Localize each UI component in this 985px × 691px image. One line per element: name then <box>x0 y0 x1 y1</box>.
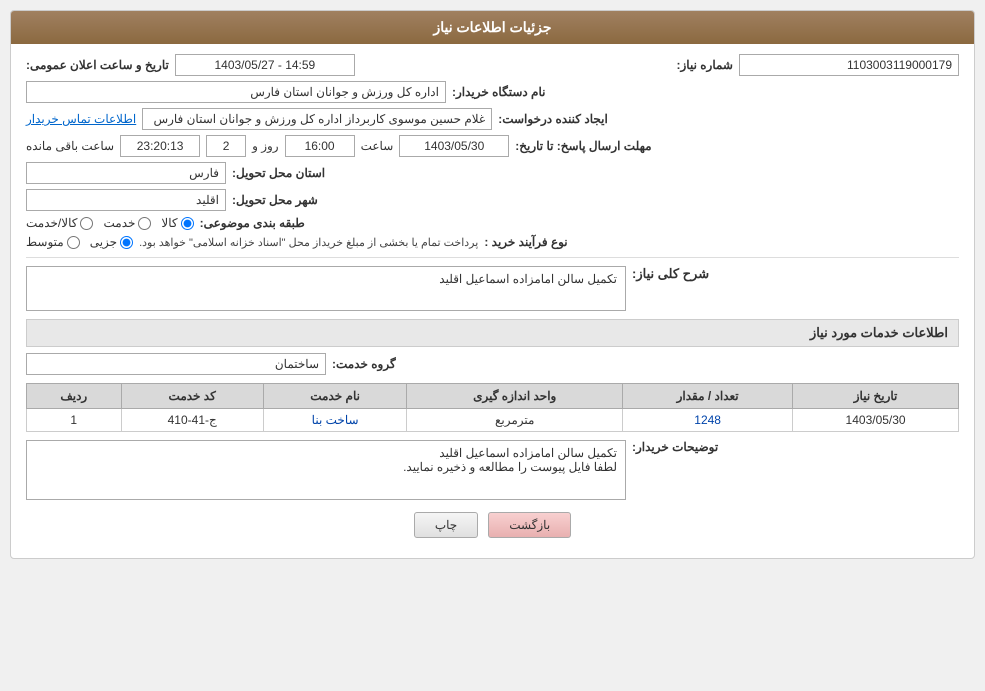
ettela-tamas-link[interactable]: اطلاعات تماس خریدار <box>26 112 136 126</box>
tabaqeh-radio-group: کالا/خدمت خدمت کالا <box>26 216 194 230</box>
radio-kala-label: کالا <box>161 216 177 230</box>
ijad-label: ایجاد کننده درخواست: <box>498 112 608 126</box>
namdastgah-value: اداره کل ورزش و جوانان استان فارس <box>26 81 446 103</box>
mohlat-rooz: 2 <box>206 135 246 157</box>
radio-motavaset-input[interactable] <box>67 236 80 249</box>
sharhkoli-value: تکمیل سالن امامزاده اسماعیل اقلید <box>26 266 626 311</box>
col-tedad-meqdar: تعداد / مقدار <box>623 384 793 409</box>
namdastgah-label: نام دستگاه خریدار: <box>452 85 546 99</box>
col-nam-khadamat: نام خدمت <box>263 384 407 409</box>
radio-khadamat-input[interactable] <box>138 217 151 230</box>
radio-kala-khadamat: کالا/خدمت <box>26 216 93 230</box>
row-tabaqeh: طبقه بندی موضوعی: کالا/خدمت خدمت کالا <box>26 216 959 230</box>
mohlat-baqi-label: ساعت باقی مانده <box>26 139 114 153</box>
mohlat-saat2: 23:20:13 <box>120 135 200 157</box>
radio-kala-khadamat-label: کالا/خدمت <box>26 216 77 230</box>
mohlat-date: 1403/05/30 <box>399 135 509 157</box>
shmareh-niaz-label: شماره نیاز: <box>677 58 733 72</box>
page-title: جزئیات اطلاعات نیاز <box>433 19 551 35</box>
sharhkoli-label: شرح کلی نیاز: <box>632 266 709 282</box>
tarikh-value: 1403/05/27 - 14:59 <box>175 54 355 76</box>
cell-kod: ج-41-410 <box>121 409 263 432</box>
farayand-label: نوع فرآیند خرید : <box>484 235 567 249</box>
row-farayand: نوع فرآیند خرید : پرداخت تمام یا بخشی از… <box>26 235 959 249</box>
shahr-value: اقلید <box>26 189 226 211</box>
ostan-value: فارس <box>26 162 226 184</box>
radio-jozee: جزیی <box>90 235 133 249</box>
mohlat-rooz-label: روز و <box>252 139 279 153</box>
row-shahr: شهر محل تحویل: اقلید <box>26 189 959 211</box>
mohlat-saat: 16:00 <box>285 135 355 157</box>
radio-kala: کالا <box>161 216 193 230</box>
button-row: بازگشت چاپ <box>26 512 959 548</box>
print-button[interactable]: چاپ <box>414 512 478 538</box>
radio-khadamat-label: خدمت <box>103 216 135 230</box>
cell-nam: ساخت بنا <box>263 409 407 432</box>
radio-jozee-input[interactable] <box>120 236 133 249</box>
col-tarikh-niaz: تاریخ نیاز <box>793 384 959 409</box>
khadamat-section-header: اطلاعات خدمات مورد نیاز <box>26 319 959 347</box>
grohe-label: گروه خدمت: <box>332 357 396 371</box>
tarikh-label: تاریخ و ساعت اعلان عمومی: <box>26 58 169 72</box>
table-row: 1403/05/30 1248 مترمربع ساخت بنا ج-41-41… <box>27 409 959 432</box>
row-mohlat: مهلت ارسال پاسخ: تا تاریخ: 1403/05/30 سا… <box>26 135 959 157</box>
radio-motavaset-label: متوسط <box>26 235 64 249</box>
radio-kala-khadamat-input[interactable] <box>80 217 93 230</box>
cell-radif: 1 <box>27 409 122 432</box>
shahr-label: شهر محل تحویل: <box>232 193 318 207</box>
radio-kala-input[interactable] <box>181 217 194 230</box>
col-radif: ردیف <box>27 384 122 409</box>
back-button[interactable]: بازگشت <box>488 512 571 538</box>
row-tosih: توضیحات خریدار: تکمیل سالن امامزاده اسما… <box>26 440 959 500</box>
tosih-label: توضیحات خریدار: <box>632 440 718 454</box>
col-vahad: واحد اندازه گیری <box>407 384 623 409</box>
tabaqeh-label: طبقه بندی موضوعی: <box>200 216 305 230</box>
farayand-radio-group: متوسط جزیی <box>26 235 133 249</box>
shmareh-niaz-value: 1103003119000179 <box>739 54 959 76</box>
mohlat-saat-label: ساعت <box>361 139 394 153</box>
main-card: جزئیات اطلاعات نیاز شماره نیاز: 11030031… <box>10 10 975 559</box>
page-wrapper: جزئیات اطلاعات نیاز شماره نیاز: 11030031… <box>0 0 985 691</box>
row-ostan: استان محل تحویل: فارس <box>26 162 959 184</box>
farayand-desc: پرداخت تمام یا بخشی از مبلغ خریداز محل "… <box>139 236 478 249</box>
row-ijad: ایجاد کننده درخواست: غلام حسین موسوی کار… <box>26 108 959 130</box>
grohe-value: ساختمان <box>26 353 326 375</box>
tosih-value: تکمیل سالن امامزاده اسماعیل اقلید لطفا ف… <box>26 440 626 500</box>
cell-tedad: 1248 <box>623 409 793 432</box>
row-grohe: گروه خدمت: ساختمان <box>26 353 959 375</box>
card-body: شماره نیاز: 1103003119000179 تاریخ و ساع… <box>11 44 974 558</box>
row-shmareh-tarikh: شماره نیاز: 1103003119000179 تاریخ و ساع… <box>26 54 959 76</box>
ostan-label: استان محل تحویل: <box>232 166 325 180</box>
cell-vahad: مترمربع <box>407 409 623 432</box>
ijad-value: غلام حسین موسوی کاربرداز اداره کل ورزش و… <box>142 108 492 130</box>
services-table: تاریخ نیاز تعداد / مقدار واحد اندازه گیر… <box>26 383 959 432</box>
radio-jozee-label: جزیی <box>90 235 117 249</box>
radio-motavaset: متوسط <box>26 235 80 249</box>
cell-tarikh: 1403/05/30 <box>793 409 959 432</box>
card-header: جزئیات اطلاعات نیاز <box>11 11 974 44</box>
row-sharhkoli: شرح کلی نیاز: تکمیل سالن امامزاده اسماعی… <box>26 266 959 311</box>
col-kod-khadamat: کد خدمت <box>121 384 263 409</box>
mohlat-label: مهلت ارسال پاسخ: تا تاریخ: <box>515 139 651 153</box>
radio-khadamat: خدمت <box>103 216 151 230</box>
divider-1 <box>26 257 959 258</box>
row-dastgah: نام دستگاه خریدار: اداره کل ورزش و جوانا… <box>26 81 959 103</box>
